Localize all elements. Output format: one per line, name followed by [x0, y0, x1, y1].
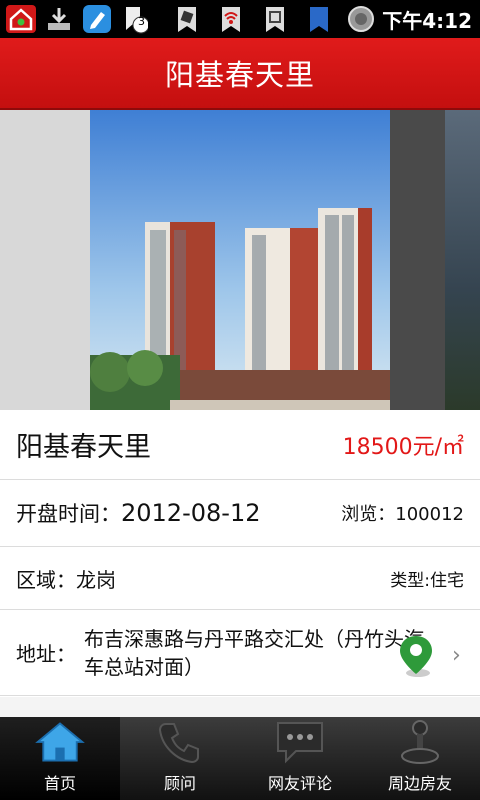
gallery-prev-slot [0, 110, 90, 410]
opening-date-row: 开盘时间：2012-08-12 浏览：100012 [0, 480, 480, 547]
tab-label-advisor: 顾问 [163, 774, 196, 793]
page-title: 阳基春天里 [164, 58, 315, 92]
notification-count: 3 [138, 15, 145, 28]
gallery-next-slot[interactable] [445, 110, 480, 410]
view-count: 浏览：100012 [341, 504, 464, 525]
sync-icon [170, 3, 204, 35]
property-price: 18500元/㎡ [342, 434, 464, 460]
opening-date-label: 开盘时间： [16, 502, 121, 526]
address-label: 地址： [16, 642, 76, 666]
gallery-gap [390, 110, 445, 410]
tab-label-home: 首页 [43, 774, 76, 793]
photo-gallery[interactable] [0, 110, 480, 410]
bookmark-icon [302, 3, 336, 35]
district: 区域：龙岗 [16, 567, 116, 592]
address-row[interactable]: 地址： 布吉深惠路与丹平路交汇处（丹竹头汽车总站对面） › [0, 610, 480, 696]
status-time: 下午4:12 [382, 8, 472, 33]
signal-icon [258, 3, 292, 35]
tab-comments[interactable]: 网友评论 [240, 717, 360, 800]
property-name: 阳基春天里 [16, 432, 151, 463]
home-icon [34, 718, 86, 766]
tab-nearby[interactable]: 周边房友 [360, 717, 480, 800]
phone-icon [154, 718, 206, 766]
status-bar: 3 下午4:12 [0, 0, 480, 38]
tab-home[interactable]: 首页 [0, 717, 120, 800]
building-photo[interactable] [90, 110, 390, 410]
content-bottom-spacer [0, 697, 480, 717]
property-type: 类型:住宅 [390, 570, 464, 591]
address-value: 布吉深惠路与丹平路交汇处（丹竹头汽车总站对面） [84, 626, 424, 679]
tab-advisor[interactable]: 顾问 [120, 717, 240, 800]
notification-icon: 3 [118, 3, 152, 35]
joystick-icon [394, 718, 446, 766]
bottom-tab-bar: 首页 顾问 网友评论 周边房友 [0, 717, 480, 800]
title-bar: 阳基春天里 [0, 38, 480, 110]
chat-bubble-icon [274, 718, 326, 766]
property-title-row: 阳基春天里 18500元/㎡ [0, 410, 480, 480]
download-icon [42, 3, 76, 35]
opening-date-value: 2012-08-12 [121, 499, 261, 527]
house-heart-icon [4, 3, 38, 35]
map-pin-icon[interactable] [398, 634, 434, 678]
tab-label-comments: 网友评论 [267, 774, 332, 793]
tab-label-nearby: 周边房友 [387, 774, 452, 793]
wifi-icon [214, 3, 248, 35]
chevron-right-icon: › [452, 643, 461, 668]
pencil-icon [80, 3, 114, 35]
area-type-row: 区域：龙岗 类型:住宅 [0, 547, 480, 610]
battery-icon [344, 3, 378, 35]
